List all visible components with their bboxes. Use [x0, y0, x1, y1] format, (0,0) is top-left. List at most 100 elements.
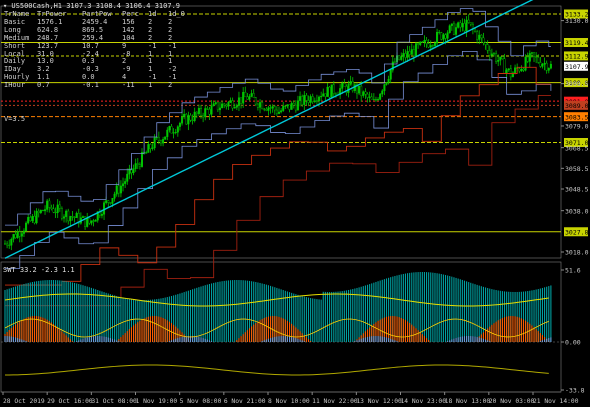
- candle-body: [488, 50, 491, 56]
- candle-body: [119, 185, 122, 194]
- price-label: 3058.5: [565, 165, 589, 173]
- price-label: 3130.0: [565, 17, 589, 25]
- candle-body: [374, 99, 377, 101]
- candle-body: [360, 85, 363, 96]
- candle-body: [206, 108, 209, 110]
- candle-body: [134, 163, 137, 169]
- candle-body: [315, 100, 318, 102]
- price-label: 3119.4: [565, 39, 589, 47]
- candle-body: [166, 129, 169, 137]
- chart-window[interactable]: 3133.2 3130.0 3119.4 3112.9 3107.9 3100.0 3099…: [0, 0, 590, 407]
- candle-body: [303, 95, 306, 105]
- table-cell: 1: [148, 81, 153, 90]
- candle-body: [265, 108, 268, 111]
- candle-body: [164, 136, 167, 140]
- candle-body: [478, 34, 481, 40]
- candle-body: [505, 69, 508, 74]
- candle-body: [191, 119, 194, 121]
- candle-body: [52, 208, 55, 213]
- candle-body: [181, 116, 184, 124]
- candle-body: [14, 234, 17, 238]
- candle-body: [54, 212, 57, 214]
- indicator-lower-envelope: [4, 364, 549, 376]
- candle-body: [6, 243, 9, 246]
- candle-body: [246, 96, 249, 100]
- candle-body: [442, 34, 445, 40]
- table-row: Local 31.0 -2.4 -8 1 1: [4, 50, 188, 59]
- candle-body: [389, 69, 392, 80]
- candle-body: [250, 93, 253, 97]
- candle-body: [341, 83, 344, 89]
- candle-body: [204, 108, 207, 118]
- candle-body: [467, 19, 470, 23]
- candle-body: [328, 86, 331, 98]
- candle-body: [499, 56, 502, 61]
- candle-body: [225, 104, 228, 107]
- candle-body: [484, 42, 487, 45]
- candle-body: [282, 105, 285, 111]
- candle-body: [343, 83, 346, 87]
- price-label: 3018.0: [565, 249, 589, 257]
- candle-body: [235, 105, 238, 108]
- candle-body: [537, 57, 540, 63]
- candle-body: [347, 84, 350, 93]
- candle-body: [541, 64, 544, 67]
- candle-body: [425, 40, 428, 44]
- price-label: 3048.5: [565, 186, 589, 194]
- trend-power-table: TrName TrPower PartPow Perc 1d 1d_0 Basi…: [4, 10, 188, 90]
- candle-body: [429, 45, 432, 48]
- price-label: 3083.5: [565, 113, 589, 121]
- indicator-scale-label: 51.6: [565, 267, 581, 275]
- candle-body: [35, 210, 38, 224]
- candle-body: [457, 22, 460, 28]
- candle-body: [271, 106, 274, 109]
- candle-body: [145, 152, 148, 154]
- candle-body: [294, 104, 297, 111]
- candle-body: [267, 107, 270, 111]
- candle-body: [417, 43, 420, 45]
- candle-body: [3, 243, 6, 245]
- candle-body: [448, 25, 451, 33]
- candle-body: [364, 91, 367, 95]
- candle-body: [140, 152, 143, 167]
- candle-body: [318, 96, 321, 102]
- candle-body: [193, 111, 196, 121]
- candle-body: [202, 115, 205, 118]
- candle-body: [309, 96, 312, 103]
- candle-body: [433, 42, 436, 46]
- candle-body: [65, 210, 68, 217]
- candle-body: [16, 231, 19, 238]
- candle-body: [431, 45, 434, 47]
- table-row: IHour 0.7 -0.1 -11 1 2: [4, 81, 188, 90]
- candle-body: [37, 210, 40, 213]
- candle-body: [465, 19, 468, 32]
- candle-body: [58, 204, 61, 209]
- indicator-label: SWT 33.2 -2.3 1.1: [3, 266, 75, 274]
- candle-body: [22, 230, 25, 234]
- candle-body: [372, 99, 375, 101]
- candle-body: [368, 96, 371, 98]
- candle-body: [39, 210, 42, 213]
- candle-body: [221, 103, 224, 109]
- histogram-group: [4, 272, 552, 342]
- candle-body: [10, 239, 13, 246]
- candle-body: [406, 51, 409, 58]
- time-label: 14 Nov 23:00: [401, 398, 447, 405]
- candle-body: [27, 217, 30, 224]
- candle-body: [507, 68, 510, 71]
- candle-body: [387, 79, 390, 83]
- candle-body: [256, 103, 259, 108]
- candle-body: [459, 22, 462, 28]
- candle-body: [157, 136, 160, 141]
- candle-body: [63, 216, 66, 219]
- candle-body: [81, 216, 84, 218]
- candle-body: [195, 111, 198, 114]
- time-label: 21 Nov 14:00: [533, 398, 579, 405]
- table-cell: 2: [168, 81, 173, 90]
- candle-body: [408, 51, 411, 55]
- candle-body: [92, 220, 95, 222]
- candle-body: [410, 49, 413, 55]
- candle-body: [242, 92, 245, 104]
- candle-body: [162, 139, 165, 144]
- candle-body: [482, 37, 485, 43]
